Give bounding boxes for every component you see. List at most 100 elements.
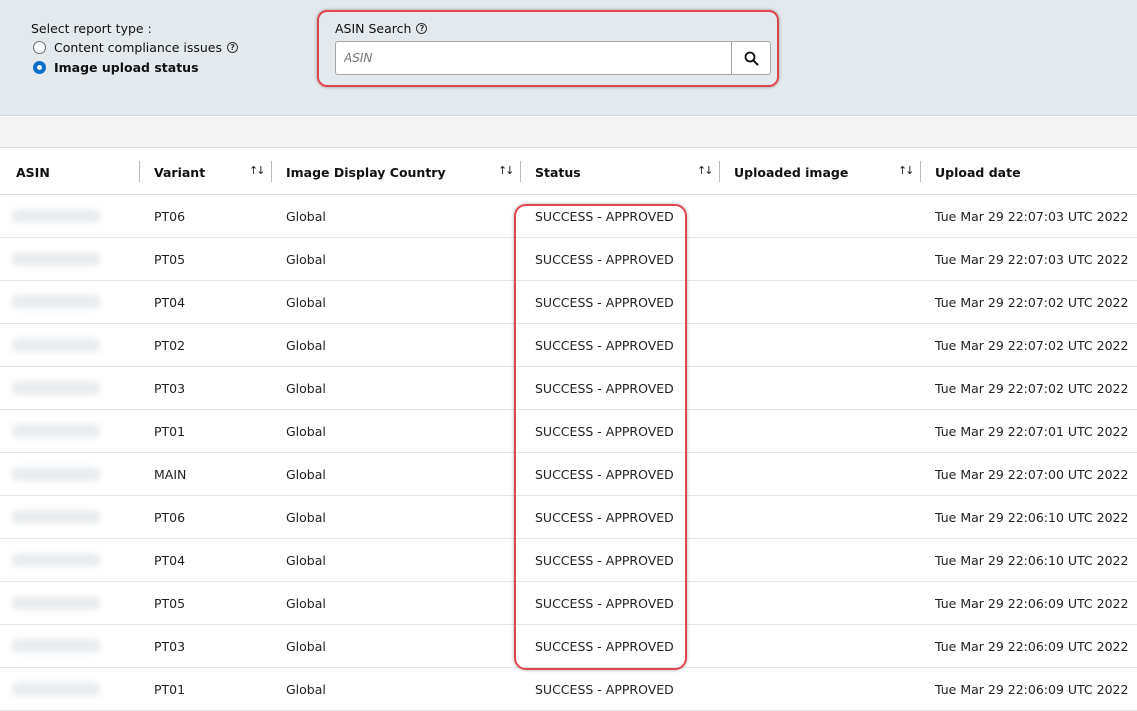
radio-button[interactable] [33, 41, 46, 54]
radio-button-selected[interactable] [33, 61, 46, 74]
country-cell: Global [286, 209, 326, 224]
status-cell: SUCCESS - APPROVED [535, 510, 674, 525]
variant-cell: PT03 [154, 381, 186, 396]
radio-label: Image upload status [54, 60, 199, 75]
table-row[interactable]: PT02 Global SUCCESS - APPROVED Tue Mar 29 2… [0, 324, 1137, 367]
status-cell: SUCCESS - APPROVED [535, 252, 674, 267]
table-toolbar [0, 117, 1137, 148]
upload-date-cell: Tue Mar 29 22:07:01 UTC 2022 [935, 424, 1129, 439]
table-row[interactable]: PT06 Global SUCCESS - APPROVED Tue Mar 29 2… [0, 195, 1137, 238]
table-row[interactable]: PT06 Global SUCCESS - APPROVED Tue Mar 29 2… [0, 496, 1137, 539]
status-cell: SUCCESS - APPROVED [535, 209, 674, 224]
status-cell: SUCCESS - APPROVED [535, 467, 674, 482]
asin-value-redacted [12, 209, 100, 223]
asin-search-label: ASIN Search ? [335, 21, 428, 36]
asin-value-redacted [12, 381, 100, 395]
country-cell: Global [286, 596, 326, 611]
column-divider [719, 161, 720, 182]
country-cell: Global [286, 639, 326, 654]
table-row[interactable]: PT05 Global SUCCESS - APPROVED Tue Mar 29 2… [0, 582, 1137, 625]
asin-search-label-text: ASIN Search [335, 21, 412, 36]
asin-value-redacted [12, 424, 100, 438]
upload-date-cell: Tue Mar 29 22:07:03 UTC 2022 [935, 252, 1129, 267]
sort-icon[interactable]: ↑↓ [498, 164, 515, 177]
radio-content-compliance[interactable]: Content compliance issues ? [33, 40, 239, 55]
table-body: PT06 Global SUCCESS - APPROVED Tue Mar 29 2… [0, 195, 1137, 711]
table-row[interactable]: PT05 Global SUCCESS - APPROVED Tue Mar 29 2… [0, 238, 1137, 281]
variant-cell: PT03 [154, 639, 186, 654]
table-row[interactable]: PT04 Global SUCCESS - APPROVED Tue Mar 29 2… [0, 281, 1137, 324]
asin-value-redacted [12, 682, 100, 696]
search-button[interactable] [731, 42, 770, 74]
column-divider [271, 161, 272, 182]
status-cell: SUCCESS - APPROVED [535, 639, 674, 654]
column-header-asin[interactable]: ASIN [16, 149, 50, 195]
asin-value-redacted [12, 596, 100, 610]
upload-date-cell: Tue Mar 29 22:07:02 UTC 2022 [935, 381, 1129, 396]
upload-date-cell: Tue Mar 29 22:06:10 UTC 2022 [935, 510, 1129, 525]
variant-cell: PT02 [154, 338, 186, 353]
asin-value-redacted [12, 467, 100, 481]
upload-date-cell: Tue Mar 29 22:07:00 UTC 2022 [935, 467, 1129, 482]
status-cell: SUCCESS - APPROVED [535, 295, 674, 310]
asin-value-redacted [12, 510, 100, 524]
asin-search-input[interactable] [336, 42, 731, 74]
column-header-country[interactable]: Image Display Country [286, 149, 446, 195]
upload-date-cell: Tue Mar 29 22:06:10 UTC 2022 [935, 553, 1129, 568]
upload-date-cell: Tue Mar 29 22:06:09 UTC 2022 [935, 682, 1129, 697]
status-cell: SUCCESS - APPROVED [535, 596, 674, 611]
help-icon[interactable]: ? [227, 42, 239, 53]
table-row[interactable]: MAIN Global SUCCESS - APPROVED Tue Mar 29 2… [0, 453, 1137, 496]
asin-value-redacted [12, 252, 100, 266]
table-row[interactable]: PT03 Global SUCCESS - APPROVED Tue Mar 29 2… [0, 625, 1137, 668]
column-divider [520, 161, 521, 182]
sort-icon[interactable]: ↑↓ [249, 164, 266, 177]
sort-icon[interactable]: ↑↓ [697, 164, 714, 177]
asin-value-redacted [12, 639, 100, 653]
status-cell: SUCCESS - APPROVED [535, 682, 674, 697]
country-cell: Global [286, 510, 326, 525]
upload-date-cell: Tue Mar 29 22:07:02 UTC 2022 [935, 295, 1129, 310]
status-cell: SUCCESS - APPROVED [535, 381, 674, 396]
filter-panel: Select report type : Content compliance … [0, 0, 1137, 116]
variant-cell: PT04 [154, 295, 186, 310]
asin-value-redacted [12, 553, 100, 567]
variant-cell: PT01 [154, 424, 186, 439]
variant-cell: MAIN [154, 467, 187, 482]
search-icon [744, 51, 758, 65]
radio-label: Content compliance issues [54, 40, 223, 55]
upload-date-cell: Tue Mar 29 22:06:09 UTC 2022 [935, 639, 1129, 654]
help-icon[interactable]: ? [416, 23, 428, 34]
status-cell: SUCCESS - APPROVED [535, 338, 674, 353]
column-divider [920, 161, 921, 182]
variant-cell: PT06 [154, 209, 186, 224]
column-header-uploaded-image[interactable]: Uploaded image [734, 149, 848, 195]
variant-cell: PT05 [154, 252, 186, 267]
status-cell: SUCCESS - APPROVED [535, 553, 674, 568]
status-cell: SUCCESS - APPROVED [535, 424, 674, 439]
column-header-status[interactable]: Status [535, 149, 581, 195]
country-cell: Global [286, 295, 326, 310]
table-row[interactable]: PT03 Global SUCCESS - APPROVED Tue Mar 29 2… [0, 367, 1137, 410]
column-header-upload-date[interactable]: Upload date [935, 149, 1021, 195]
country-cell: Global [286, 682, 326, 697]
table-row[interactable]: PT01 Global SUCCESS - APPROVED Tue Mar 29 2… [0, 668, 1137, 711]
country-cell: Global [286, 467, 326, 482]
upload-date-cell: Tue Mar 29 22:07:02 UTC 2022 [935, 338, 1129, 353]
country-cell: Global [286, 252, 326, 267]
country-cell: Global [286, 424, 326, 439]
asin-search-box [335, 41, 771, 75]
country-cell: Global [286, 381, 326, 396]
report-type-label: Select report type : [31, 21, 152, 36]
table-row[interactable]: PT04 Global SUCCESS - APPROVED Tue Mar 29 2… [0, 539, 1137, 582]
column-header-variant[interactable]: Variant [154, 149, 205, 195]
variant-cell: PT01 [154, 682, 186, 697]
results-table: ASIN Variant ↑↓ Image Display Country ↑↓… [0, 149, 1137, 711]
sort-icon[interactable]: ↑↓ [898, 164, 915, 177]
asin-value-redacted [12, 338, 100, 352]
table-row[interactable]: PT01 Global SUCCESS - APPROVED Tue Mar 29 2… [0, 410, 1137, 453]
upload-date-cell: Tue Mar 29 22:06:09 UTC 2022 [935, 596, 1129, 611]
radio-image-upload-status[interactable]: Image upload status [33, 60, 199, 75]
table-header: ASIN Variant ↑↓ Image Display Country ↑↓… [0, 149, 1137, 195]
variant-cell: PT06 [154, 510, 186, 525]
